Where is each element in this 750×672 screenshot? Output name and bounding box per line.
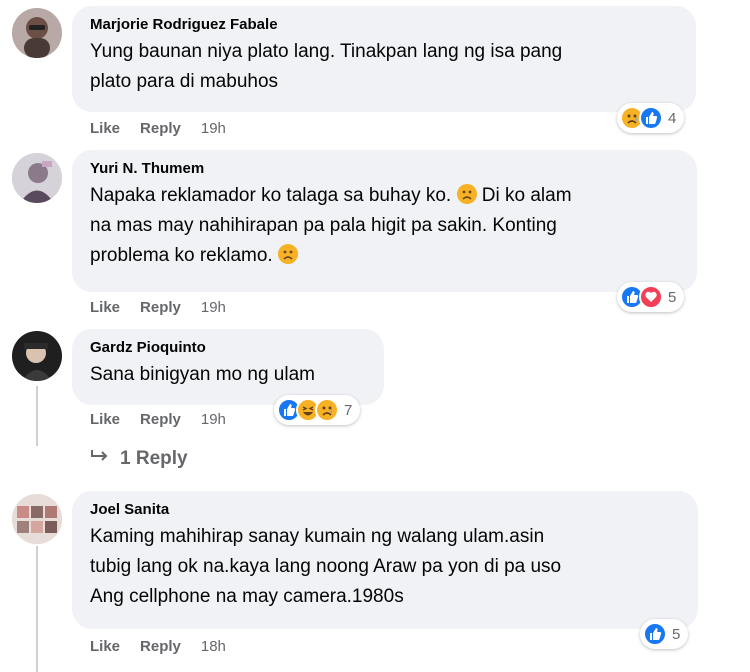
comment-bubble: Yuri N. Thumem Napaka reklamador ko tala… <box>72 150 697 292</box>
reply-thread-line <box>36 386 38 446</box>
comment-bubble: Gardz Pioquinto Sana binigyan mo ng ulam <box>72 329 384 405</box>
comment-text: Kaming mahihirap sanay kumain ng walang … <box>90 522 680 612</box>
avatar[interactable] <box>12 153 62 203</box>
reply-arrow-icon <box>90 447 110 470</box>
comment-author[interactable]: Marjorie Rodriguez Fabale <box>90 15 678 35</box>
comment-bubble: Joel Sanita Kaming mahihirap sanay kumai… <box>72 491 698 629</box>
reaction-count: 5 <box>672 625 681 643</box>
sad-reaction-icon <box>315 398 339 422</box>
comment-author[interactable]: Joel Sanita <box>90 500 680 520</box>
comment-text-line: Sana binigyan mo ng ulam <box>90 364 315 385</box>
comment-text: Yung baunan niya plato lang. Tinakpan la… <box>90 37 678 97</box>
sad-face-emoji-icon <box>456 184 477 204</box>
comment-actions: Like Reply 18h <box>90 637 226 657</box>
comment-actions: Like Reply 19h <box>90 298 226 318</box>
like-reaction-icon <box>639 106 663 130</box>
comment-text-line: Kaming mahihirap sanay kumain ng walang … <box>90 526 545 547</box>
comment-text-line: problema ko reklamo. <box>90 245 273 266</box>
like-button[interactable]: Like <box>90 298 120 318</box>
like-button[interactable]: Like <box>90 119 120 139</box>
view-replies-link[interactable]: 1 Reply <box>90 447 188 470</box>
reaction-summary[interactable]: 4 <box>617 103 685 133</box>
like-button[interactable]: Like <box>90 637 120 657</box>
sad-face-emoji-icon <box>277 244 298 264</box>
avatar[interactable] <box>12 331 62 381</box>
reaction-summary[interactable]: 5 <box>617 282 685 312</box>
like-reaction-icon <box>643 622 667 646</box>
reply-button[interactable]: Reply <box>140 410 181 430</box>
comment-bubble: Marjorie Rodriguez Fabale Yung baunan ni… <box>72 6 696 112</box>
comment-timestamp[interactable]: 19h <box>201 119 226 139</box>
comment-text: Napaka reklamador ko talaga sa buhay ko.… <box>90 181 679 271</box>
comment-author[interactable]: Yuri N. Thumem <box>90 159 679 179</box>
comment-text-line: Ang cellphone na may camera.1980s <box>90 586 404 607</box>
comment-text-line: Di ko alam <box>481 185 572 206</box>
reply-button[interactable]: Reply <box>140 637 181 657</box>
comment-text-line: Napaka reklamador ko talaga sa buhay ko. <box>90 185 452 206</box>
comment-text-line: plato para di mabuhos <box>90 71 279 92</box>
reaction-summary[interactable]: 7 <box>274 395 361 425</box>
like-button[interactable]: Like <box>90 410 120 430</box>
reaction-summary[interactable]: 5 <box>640 619 689 649</box>
comment-actions: Like Reply 19h <box>90 119 226 139</box>
comment-text: Sana binigyan mo ng ulam <box>90 360 366 390</box>
avatar[interactable] <box>12 494 62 544</box>
reaction-count: 5 <box>668 288 677 306</box>
reaction-count: 7 <box>344 401 353 419</box>
comment-timestamp[interactable]: 19h <box>201 298 226 318</box>
love-reaction-icon <box>639 285 663 309</box>
comment-timestamp[interactable]: 19h <box>201 410 226 430</box>
reply-thread-line <box>36 546 38 672</box>
avatar[interactable] <box>12 8 62 58</box>
comment-author[interactable]: Gardz Pioquinto <box>90 338 366 358</box>
reply-button[interactable]: Reply <box>140 298 181 318</box>
comment-text-line: tubig lang ok na.kaya lang noong Araw pa… <box>90 556 562 577</box>
reaction-count: 4 <box>668 109 677 127</box>
comment-text-line: na mas may nahihirapan pa pala higit pa … <box>90 215 557 236</box>
comment-actions: Like Reply 19h <box>90 410 226 430</box>
comment-text-line: Yung baunan niya plato lang. Tinakpan la… <box>90 41 563 62</box>
reply-button[interactable]: Reply <box>140 119 181 139</box>
view-replies-label[interactable]: 1 Reply <box>120 448 188 470</box>
comment-timestamp[interactable]: 18h <box>201 637 226 657</box>
